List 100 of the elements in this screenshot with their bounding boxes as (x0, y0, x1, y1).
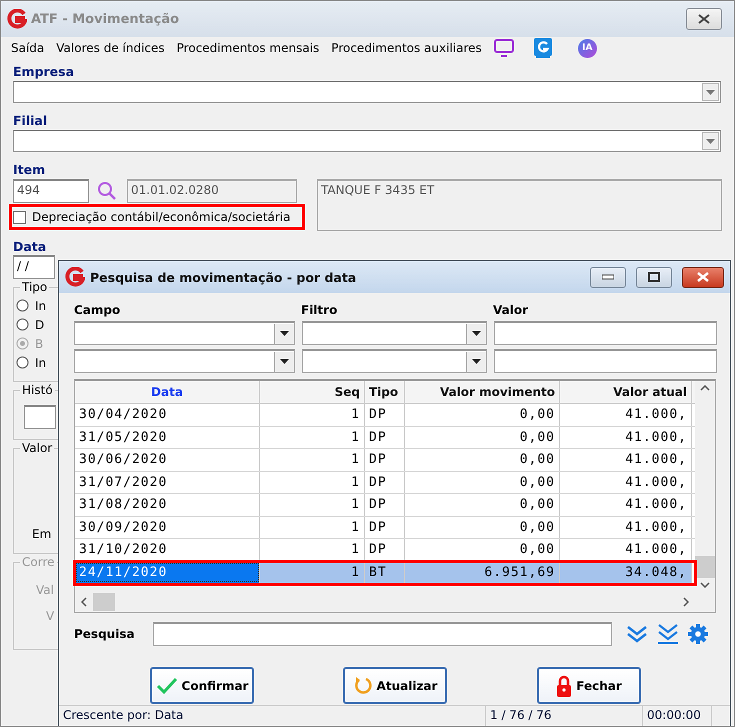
branch-dropdown[interactable] (13, 130, 721, 152)
table-cell: DP (365, 494, 405, 516)
table-row[interactable]: 31/07/2020 1 DP 0,00 41.000, (75, 472, 695, 494)
refresh-icon (352, 676, 373, 696)
table-cell: 31/08/2020 (75, 494, 260, 516)
table-cell: 1 (260, 426, 365, 448)
table-row[interactable]: 30/09/2020 1 DP 0,00 41.000, (75, 516, 695, 539)
refresh-button[interactable]: Atualizar (343, 667, 447, 704)
table-cell: 0,00 (405, 516, 560, 538)
table-cell: 41.000, (560, 472, 692, 493)
app-badge-icon[interactable] (534, 38, 552, 58)
minimize-button[interactable] (590, 266, 626, 288)
depreciation-checkbox-row[interactable]: Depreciação contábil/econômica/societária (10, 205, 304, 229)
ai-badge-icon[interactable]: IA (578, 38, 597, 58)
maximize-button[interactable] (636, 266, 672, 288)
column-header[interactable]: Tipo (365, 381, 405, 403)
value-field[interactable] (494, 321, 717, 345)
table-row[interactable]: 30/04/2020 1 DP 0,00 41.000, (75, 404, 695, 426)
minimize-icon (602, 274, 614, 280)
table-cell: DP (365, 404, 405, 426)
table-cell: 1 (260, 516, 365, 538)
search-label: Pesquisa (74, 627, 136, 641)
search-field[interactable] (153, 622, 612, 646)
scroll-left-icon[interactable] (81, 597, 87, 607)
table-row[interactable]: 31/08/2020 1 DP 0,00 41.000, (75, 494, 695, 516)
scroll-down-icon[interactable] (700, 582, 710, 588)
group-label: Histó (20, 383, 55, 397)
settings-icon[interactable] (688, 624, 708, 644)
table-cell: DP (365, 426, 405, 448)
account-field: 01.01.02.0280 (127, 179, 297, 203)
table-cell: 30/09/2020 (75, 516, 260, 538)
table-cell: 31/10/2020 (75, 539, 260, 560)
filter-label: Valor (493, 303, 530, 317)
search-icon[interactable] (97, 181, 117, 201)
table-cell: 1 (260, 562, 365, 583)
scroll-right-icon[interactable] (683, 597, 689, 607)
value-field[interactable] (494, 349, 717, 373)
menu-item[interactable]: Saída (11, 41, 44, 55)
monitor-icon[interactable] (494, 39, 514, 57)
field-label: Filial (13, 112, 48, 128)
radio-label: D (35, 318, 44, 332)
table-cell: 0,00 (405, 539, 560, 560)
confirm-button[interactable]: Confirmar (150, 667, 254, 704)
date-field[interactable]: / / (13, 255, 55, 279)
menu-item[interactable]: Procedimentos auxiliares (331, 41, 482, 55)
table-cell: DP (365, 449, 405, 470)
close-button[interactable] (682, 266, 724, 288)
scroll-thumb[interactable] (695, 556, 715, 578)
item-code-field[interactable]: 494 (13, 179, 89, 203)
table-cell: DP (365, 539, 405, 560)
group-label: Tipo (20, 280, 50, 294)
table-cell: 1 (260, 539, 365, 560)
status-text: 1 / 76 / 76 (486, 706, 643, 726)
table-row[interactable]: 31/10/2020 1 DP 0,00 41.000, (75, 539, 695, 562)
table-cell: BT (365, 562, 405, 583)
table-cell: 1 (260, 404, 365, 426)
menu-item[interactable]: Valores de índices (56, 41, 165, 55)
table-row[interactable]: 31/05/2020 1 DP 0,00 41.000, (75, 426, 695, 449)
close-icon (696, 272, 710, 282)
close-button[interactable] (686, 8, 722, 30)
table-cell: 30/06/2020 (75, 449, 260, 470)
column-header[interactable]: Data (75, 381, 260, 403)
item-description-field: TANQUE F 3435 ET (317, 179, 722, 231)
menu-item[interactable]: Procedimentos mensais (176, 41, 320, 55)
radio-button[interactable] (16, 318, 29, 331)
table-cell: 30/04/2020 (75, 404, 260, 426)
field-dropdown[interactable] (74, 349, 295, 373)
history-field[interactable] (24, 405, 56, 429)
table-row[interactable]: 30/06/2020 1 DP 0,00 41.000, (75, 449, 695, 472)
table-cell: 0,00 (405, 404, 560, 426)
table-cell: DP (365, 516, 405, 538)
radio-button[interactable] (16, 299, 29, 312)
radio-button[interactable] (16, 356, 29, 369)
column-header[interactable]: Valor atual (560, 381, 692, 403)
field-label: Data (13, 238, 48, 254)
table-row[interactable]: 24/11/2020 1 BT 6.951,69 34.048, (75, 562, 695, 584)
field-label: Val (36, 583, 54, 597)
padlock-icon (556, 674, 572, 696)
table-cell: DP (365, 472, 405, 493)
window-title: ATF - Movimentação (31, 12, 180, 26)
scroll-thumb[interactable] (93, 593, 115, 611)
table-cell: 31/07/2020 (75, 472, 260, 493)
scroll-up-icon[interactable] (700, 385, 710, 391)
company-dropdown[interactable] (13, 81, 721, 103)
chevron-down-to-line-icon[interactable] (657, 623, 679, 645)
checkbox[interactable] (13, 210, 26, 224)
column-header[interactable]: Seq (260, 381, 365, 403)
double-chevron-down-icon[interactable] (626, 624, 648, 644)
column-header[interactable]: Valor movimento (405, 381, 560, 403)
maximize-icon (648, 272, 660, 282)
field-label: V (46, 609, 54, 623)
table-cell: 0,00 (405, 494, 560, 516)
table-cell: 41.000, (560, 494, 692, 516)
status-text: Crescente por: Data (59, 706, 486, 726)
radio-label: In (35, 356, 46, 370)
field-dropdown[interactable] (74, 321, 295, 345)
table-cell: 41.000, (560, 539, 692, 560)
table-cell: 24/11/2020 (75, 562, 260, 583)
close-button[interactable]: Fechar (537, 667, 641, 704)
dialog-title: Pesquisa de movimentação - por data (90, 270, 358, 284)
